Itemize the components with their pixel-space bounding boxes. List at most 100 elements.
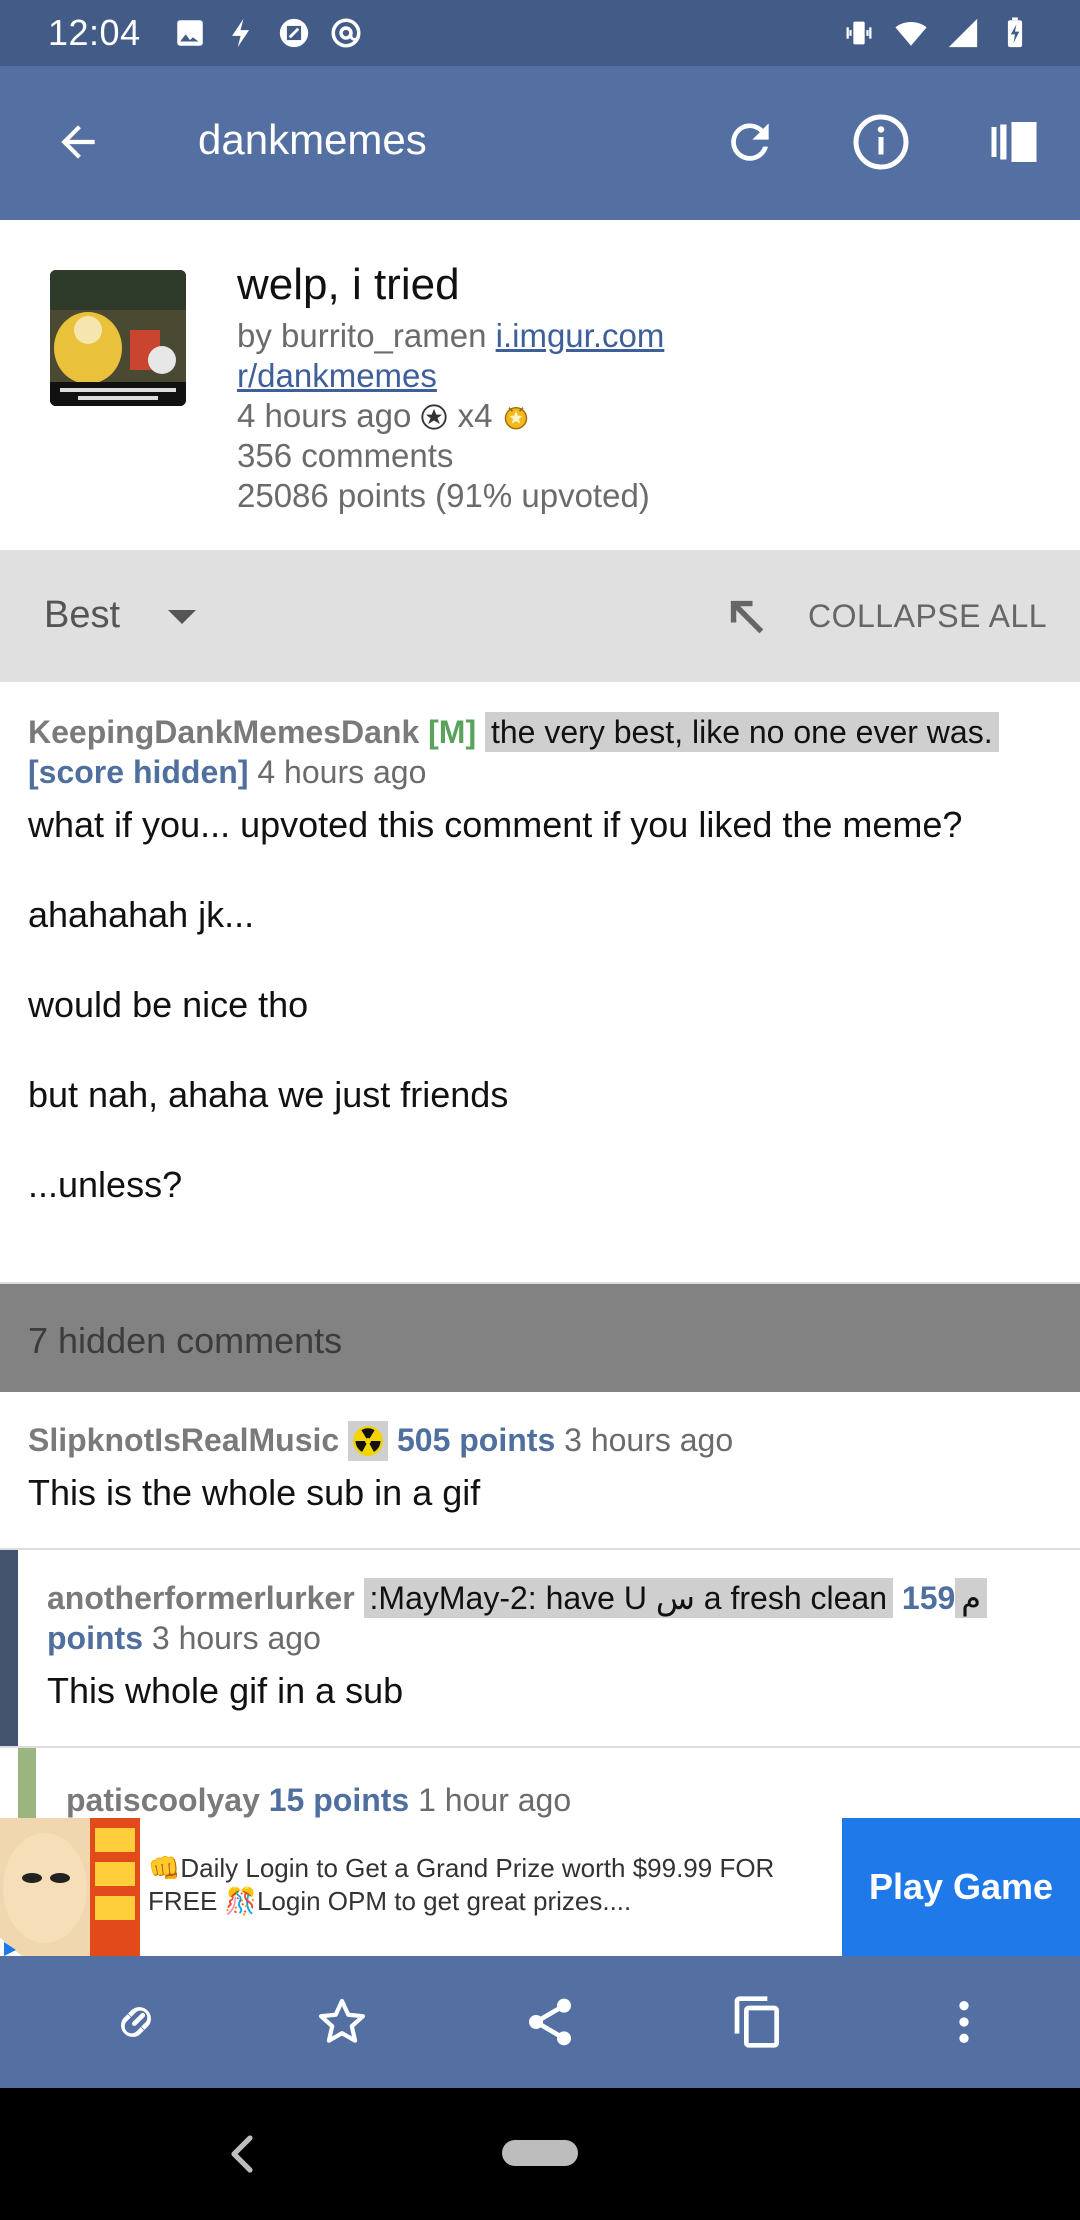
post-author[interactable]: by burrito_ramen: [237, 317, 496, 354]
comment-score: [score hidden]: [28, 754, 249, 790]
vibrate-icon: [842, 16, 876, 50]
collapse-all-button[interactable]: COLLAPSE ALL: [808, 598, 1047, 635]
comment-item[interactable]: patiscoolyay 15 points 1 hour ago: [0, 1748, 1080, 1818]
link-button[interactable]: [100, 1986, 172, 2058]
comment-paragraph: ahahahah jk...: [28, 894, 255, 935]
comment-paragraph: but nah, ahaha we just friends: [28, 1074, 509, 1115]
screenshot-icon: [277, 16, 311, 50]
nav-back-icon[interactable]: [222, 2132, 262, 2176]
wifi-icon: [894, 16, 928, 50]
copy-button[interactable]: [722, 1986, 794, 2058]
refresh-button[interactable]: [712, 104, 788, 180]
post-age-row: 4 hours ago x4: [237, 396, 1057, 436]
subreddit-title: dankmemes: [198, 116, 427, 163]
comment-header: KeepingDankMemesDank [M] the very best, …: [28, 712, 1058, 792]
ad-image[interactable]: [0, 1818, 140, 1956]
ad-character-image: [0, 1818, 140, 1956]
at-sign-icon: [329, 16, 363, 50]
post-domain-link[interactable]: i.imgur.com: [496, 317, 665, 354]
award-icon: [421, 404, 448, 430]
comment-age: 3 hours ago: [564, 1422, 734, 1458]
mod-badge: [M]: [428, 714, 477, 750]
post-byline: by burrito_ramen i.imgur.com: [237, 316, 1057, 356]
comment-score: 15 points: [268, 1782, 410, 1818]
system-nav-bar: [0, 2088, 1080, 2220]
comment-paragraph: This is the whole sub in a gif: [28, 1472, 481, 1513]
arrow-back-icon: [61, 125, 95, 159]
more-vert-icon: [959, 2001, 969, 2043]
post-header: welp, i tried by burrito_ramen i.imgur.c…: [0, 220, 1080, 550]
more-options-button[interactable]: [928, 1986, 1000, 2058]
radioactive-flair-icon: [348, 1421, 389, 1461]
star-icon: [318, 1998, 366, 2043]
dropdown-arrow-icon[interactable]: [168, 610, 196, 624]
flash-icon: [225, 16, 259, 50]
bottom-toolbar: [0, 1956, 1080, 2088]
image-icon: [173, 16, 207, 50]
comment-body: what if you... upvoted this comment if y…: [28, 802, 1028, 1207]
post-points: 25086 points (91% upvoted): [237, 477, 650, 514]
comment-author[interactable]: patiscoolyay: [66, 1782, 260, 1818]
comment-paragraph: This whole gif in a sub: [47, 1670, 404, 1711]
status-left-icons: [173, 16, 363, 50]
back-button[interactable]: [40, 104, 116, 180]
battery-charging-icon: [998, 16, 1032, 50]
sidebar-icon: [991, 122, 1037, 162]
ad-banner[interactable]: 👊Daily Login to Get a Grand Prize worth …: [0, 1818, 1080, 1956]
status-right-icons: [842, 16, 1032, 50]
post-age: 4 hours ago: [237, 397, 412, 434]
award-count: x4: [457, 397, 493, 434]
copy-icon: [734, 1996, 779, 2048]
user-flair: :MayMay-2: have U س a fresh clean: [363, 1578, 894, 1618]
hidden-comments-label: 7 hidden comments: [28, 1320, 343, 1361]
share-button[interactable]: [514, 1986, 586, 2058]
comment-age: 3 hours ago: [151, 1620, 321, 1656]
sort-dropdown[interactable]: Best: [44, 594, 120, 637]
info-button[interactable]: [843, 104, 919, 180]
collapse-arrow-icon[interactable]: [720, 590, 772, 642]
comment-age: 4 hours ago: [257, 754, 427, 790]
comment-item[interactable]: anotherformerlurker :MayMay-2: have U س …: [0, 1550, 1080, 1748]
comment-body: This is the whole sub in a gif: [28, 1470, 1028, 1515]
ad-text[interactable]: 👊Daily Login to Get a Grand Prize worth …: [148, 1852, 818, 1918]
post-thumbnail[interactable]: [50, 270, 186, 406]
nav-home-pill[interactable]: [502, 2140, 578, 2166]
comment-author[interactable]: SlipknotIsRealMusic: [28, 1422, 339, 1458]
hidden-comments-bar[interactable]: 7 hidden comments: [0, 1284, 1080, 1392]
user-flair-tail: م: [955, 1578, 988, 1618]
signal-icon: [946, 16, 980, 50]
comment-header: SlipknotIsRealMusic 505 points 3 hours a…: [28, 1420, 1058, 1461]
play-game-button[interactable]: Play Game: [842, 1818, 1080, 1956]
comment-age: 1 hour ago: [418, 1782, 572, 1818]
comment-item[interactable]: SlipknotIsRealMusic 505 points 3 hours a…: [0, 1392, 1080, 1550]
sort-bar: Best COLLAPSE ALL: [0, 550, 1080, 682]
app-bar: dankmemes: [0, 66, 1080, 220]
comment-author[interactable]: anotherformerlurker: [47, 1580, 355, 1616]
status-time: 12:04: [48, 12, 141, 53]
comment-paragraph: what if you... upvoted this comment if y…: [28, 804, 963, 845]
share-icon: [529, 1998, 571, 2046]
save-button[interactable]: [306, 1986, 378, 2058]
comment-item[interactable]: KeepingDankMemesDank [M] the very best, …: [0, 682, 1080, 1284]
link-icon: [121, 2007, 151, 2037]
post-thumbnail-image: [50, 270, 186, 406]
post-title: welp, i tried: [237, 260, 460, 309]
refresh-icon: [731, 123, 769, 161]
comment-header: patiscoolyay 15 points 1 hour ago: [66, 1780, 1056, 1818]
depth-indicator: [0, 1550, 18, 1746]
comment-body: This whole gif in a sub: [47, 1668, 1047, 1713]
comment-author[interactable]: KeepingDankMemesDank: [28, 714, 419, 750]
comment-paragraph: ...unless?: [28, 1164, 183, 1205]
info-icon: [853, 114, 909, 170]
comment-header: anotherformerlurker :MayMay-2: have U س …: [47, 1578, 1057, 1658]
gold-award-icon: [504, 406, 527, 430]
post-subreddit-link[interactable]: r/dankmemes: [237, 357, 437, 394]
user-flair: the very best, like no one ever was.: [484, 712, 999, 752]
depth-indicator: [18, 1748, 36, 1818]
sidebar-button[interactable]: [976, 104, 1052, 180]
post-meta: by burrito_ramen i.imgur.com r/dankmemes…: [237, 316, 1057, 516]
comment-score: 505 points: [396, 1422, 556, 1458]
post-comments-count: 356 comments: [237, 437, 454, 474]
comment-paragraph: would be nice tho: [28, 984, 309, 1025]
status-bar: 12:04: [0, 0, 1080, 66]
